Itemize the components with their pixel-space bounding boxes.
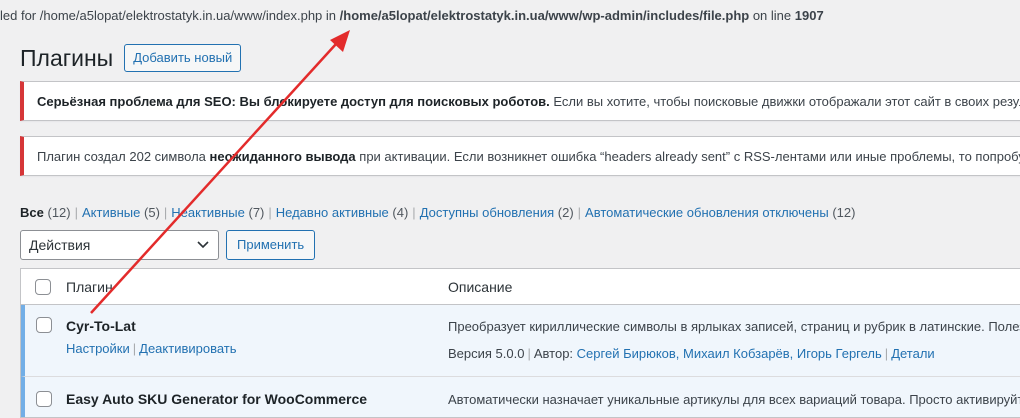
plugins-table: Плагин Описание Cyr-To-Lat Настройки | Деа… xyxy=(20,268,1020,418)
table-header: Плагин Описание xyxy=(21,269,1020,305)
filter-update-available[interactable]: Доступны обновления xyxy=(420,205,554,220)
output-notice-bold: неожиданного вывода xyxy=(209,149,356,164)
row-checkbox[interactable] xyxy=(36,317,52,333)
meta-separator: | xyxy=(527,346,531,361)
apply-button[interactable]: Применить xyxy=(226,230,316,260)
seo-notice-bold: Серьёзная проблема для SEO: Вы блокирует… xyxy=(37,94,550,109)
row-checkbox[interactable] xyxy=(36,391,52,407)
plugin-version: Версия 5.0.0 xyxy=(448,346,525,361)
filter-separator: | xyxy=(74,205,78,220)
chevron-down-icon xyxy=(197,241,209,249)
output-notice-pre: Плагин создал 202 символа xyxy=(37,149,210,164)
column-description: Описание xyxy=(448,279,513,295)
filter-recently-active[interactable]: Недавно активные xyxy=(276,205,389,220)
page-header: Плагины Добавить новый xyxy=(20,44,242,72)
plugin-name: Easy Auto SKU Generator for WooCommerce xyxy=(66,391,368,407)
error-prefix: led for /home/a5lopat/elektrostatyk.in.u… xyxy=(0,8,340,23)
filter-separator: | xyxy=(268,205,272,220)
add-new-button[interactable]: Добавить новый xyxy=(124,44,242,72)
filter-separator: | xyxy=(577,205,582,220)
filter-recently-active-count: (4) xyxy=(392,205,409,220)
plugin-description: Автоматически назначает уникальные артик… xyxy=(448,392,1020,407)
details-link[interactable]: Детали xyxy=(891,346,935,361)
author-label: Автор: xyxy=(533,346,577,361)
row-actions: Настройки | Деактивировать xyxy=(66,341,237,356)
filter-update-available-count: (2) xyxy=(557,205,574,220)
filter-auto-updates-disabled[interactable]: Автоматические обновления отключены xyxy=(585,205,829,220)
filter-separator: | xyxy=(412,205,416,220)
page-title: Плагины xyxy=(20,44,114,71)
arrow-head-icon xyxy=(330,30,350,52)
column-plugin[interactable]: Плагин xyxy=(66,279,113,295)
seo-notice: Серьёзная проблема для SEO: Вы блокирует… xyxy=(20,81,1020,121)
error-on-line: on line xyxy=(749,8,795,23)
select-all-checkbox[interactable] xyxy=(35,279,51,295)
action-separator: | xyxy=(132,341,137,356)
plugin-description: Преобразует кириллические символы в ярлы… xyxy=(448,319,1020,334)
deactivate-link[interactable]: Деактивировать xyxy=(139,341,236,356)
plugin-filters: Все (12) | Активные (5) | Неактивные (7) | Нед… xyxy=(20,205,855,220)
bulk-action-selected: Действия xyxy=(29,237,91,253)
filter-inactive-count: (7) xyxy=(248,205,265,220)
filter-all[interactable]: Все xyxy=(20,205,44,220)
error-line-number: 1907 xyxy=(794,8,824,23)
bulk-action-select[interactable]: Действия xyxy=(20,230,219,260)
output-notice: Плагин создал 202 символа неожиданного в… xyxy=(20,136,1020,176)
bulk-actions: Действия Применить xyxy=(20,230,316,260)
seo-notice-text: Если вы хотите, чтобы поисковые движки о… xyxy=(549,94,1020,109)
php-error-line: led for /home/a5lopat/elektrostatyk.in.u… xyxy=(0,8,824,23)
plugin-name: Cyr-To-Lat xyxy=(66,318,136,334)
filter-inactive[interactable]: Неактивные xyxy=(171,205,245,220)
table-row: Cyr-To-Lat Настройки | Деактивировать Прео… xyxy=(21,305,1020,377)
table-row: Easy Auto SKU Generator for WooCommerce … xyxy=(21,377,1020,417)
authors-link[interactable]: Сергей Бирюков, Михаил Кобзарёв, Игорь Г… xyxy=(577,346,882,361)
filter-active-count: (5) xyxy=(144,205,160,220)
filter-all-count: (12) xyxy=(47,205,71,220)
filter-active[interactable]: Активные xyxy=(82,205,140,220)
meta-separator: | xyxy=(884,346,889,361)
error-file-path: /home/a5lopat/elektrostatyk.in.ua/www/wp… xyxy=(339,8,750,23)
output-notice-post: при активации. Если возникнет ошибка “he… xyxy=(355,149,1020,164)
settings-link[interactable]: Настройки xyxy=(66,341,130,356)
filter-separator: | xyxy=(163,205,168,220)
plugin-meta: Версия 5.0.0 | Автор: Сергей Бирюков, Миха… xyxy=(448,346,935,361)
filter-auto-updates-disabled-count: (12) xyxy=(832,205,856,220)
